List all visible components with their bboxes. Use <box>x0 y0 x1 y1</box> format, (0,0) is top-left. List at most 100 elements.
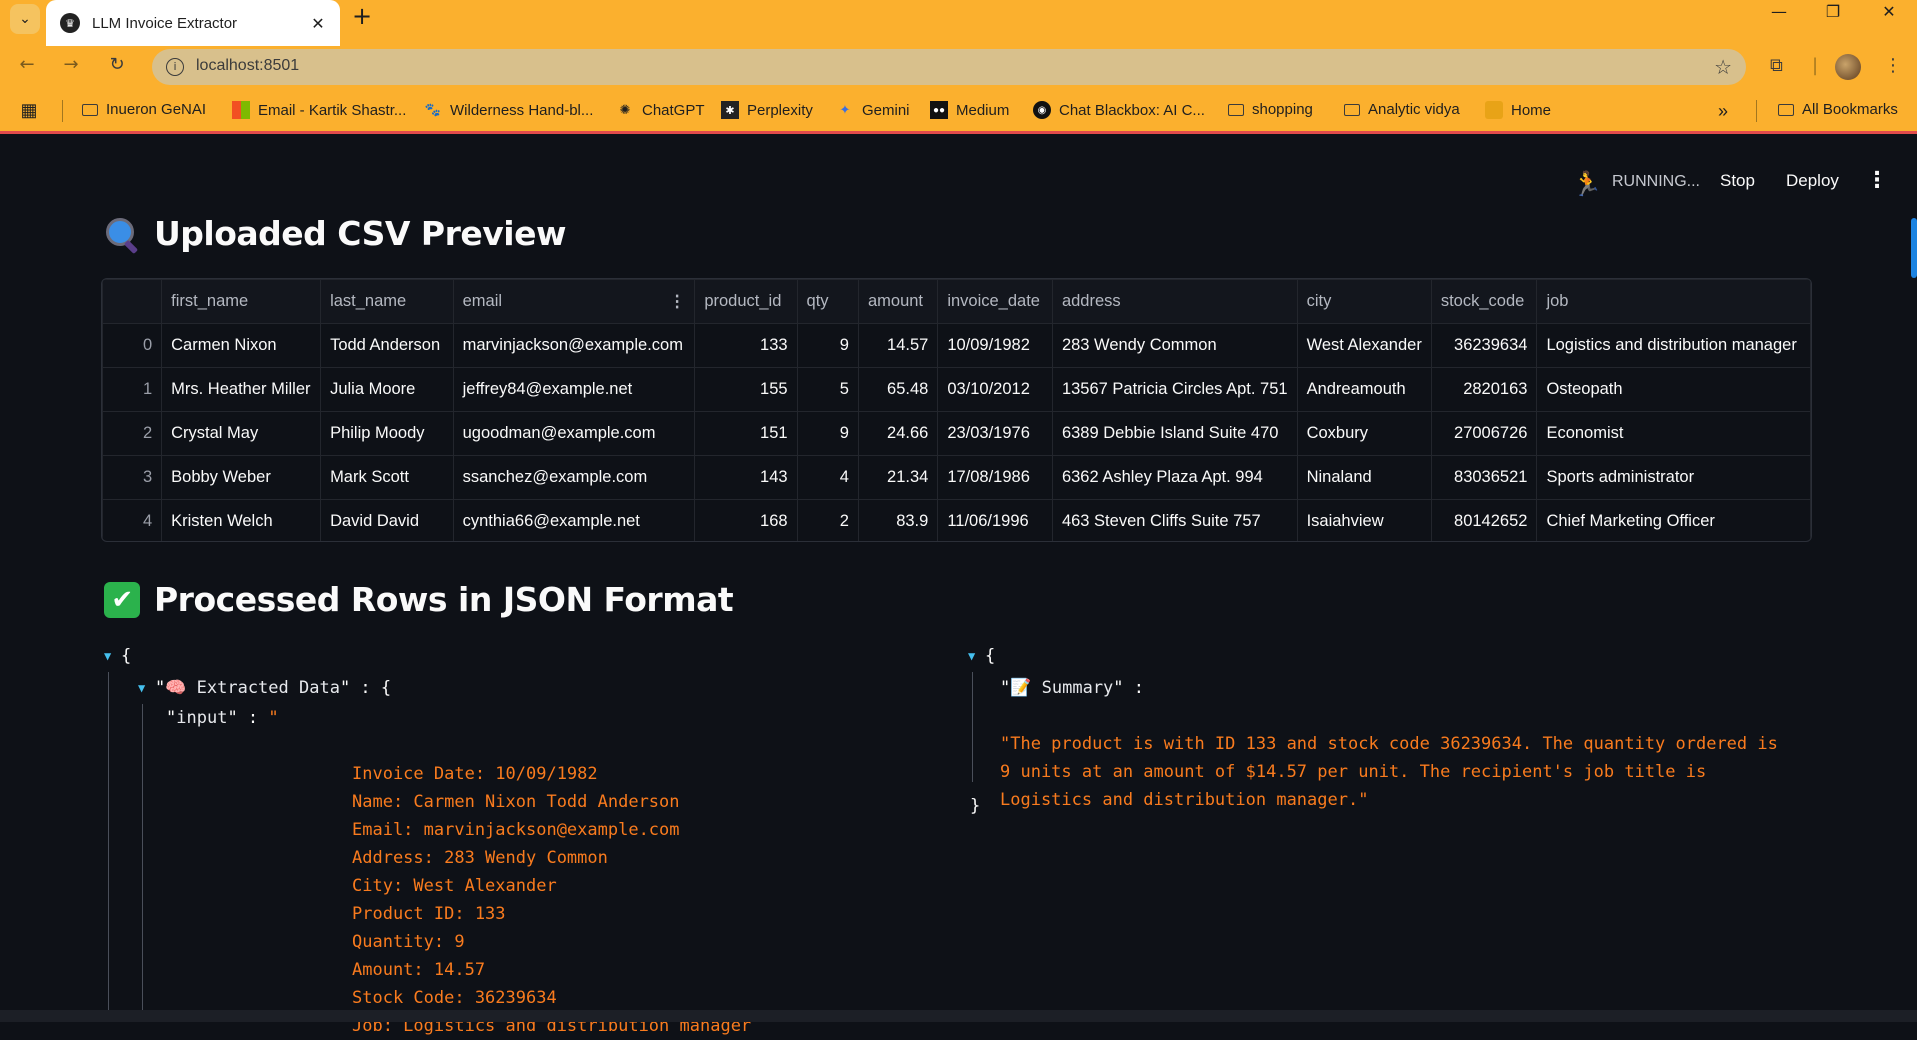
collapse-caret-icon[interactable]: ▼ <box>138 674 145 702</box>
forward-icon[interactable]: → <box>58 54 84 75</box>
table-cell[interactable]: Julia Moore <box>320 367 454 412</box>
table-cell[interactable]: 9 <box>796 411 859 456</box>
table-cell[interactable]: 9 <box>796 323 859 368</box>
stop-button[interactable]: Stop <box>1720 171 1755 191</box>
column-header[interactable]: qty <box>796 279 859 324</box>
profile-avatar[interactable] <box>1835 54 1861 80</box>
bookmark-wilderness[interactable]: 🐾 Wilderness Hand-bl... <box>424 101 593 119</box>
table-cell[interactable]: 143 <box>694 455 798 500</box>
table-cell[interactable]: ugoodman@example.com <box>452 411 696 456</box>
table-cell[interactable]: 6362 Ashley Plaza Apt. 994 <box>1051 455 1298 500</box>
deploy-button[interactable]: Deploy <box>1786 171 1839 191</box>
browser-tab[interactable]: ♛ LLM Invoice Extractor ✕ <box>46 0 340 46</box>
table-cell[interactable]: Philip Moody <box>320 411 454 456</box>
table-cell[interactable]: 27006726 <box>1430 411 1538 456</box>
column-header[interactable]: amount <box>857 279 939 324</box>
reload-icon[interactable]: ↻ <box>104 54 130 75</box>
table-cell[interactable]: West Alexander <box>1296 323 1432 368</box>
close-icon[interactable]: ✕ <box>306 14 330 33</box>
minimize-icon[interactable]: — <box>1755 0 1803 26</box>
all-bookmarks[interactable]: All Bookmarks <box>1778 101 1898 118</box>
table-cell[interactable]: 36239634 <box>1430 323 1538 368</box>
table-cell[interactable]: 24.66 <box>857 411 939 456</box>
table-cell[interactable]: David David <box>320 499 454 541</box>
bookmark-inueron-genai[interactable]: Inueron GeNAI <box>82 101 206 118</box>
table-cell[interactable]: 2 <box>796 499 859 541</box>
table-cell[interactable]: Mark Scott <box>320 455 454 500</box>
table-cell[interactable]: 283 Wendy Common <box>1051 323 1298 368</box>
table-cell[interactable]: Bobby Weber <box>161 455 322 500</box>
table-cell[interactable]: Ninaland <box>1296 455 1432 500</box>
table-cell[interactable]: 83036521 <box>1430 455 1538 500</box>
csv-preview-dataframe[interactable]: first_name last_name email ⋮ product_id q… <box>101 278 1812 542</box>
table-cell[interactable]: 10/09/1982 <box>937 323 1053 368</box>
more-bookmarks-icon[interactable]: » <box>1718 101 1728 122</box>
table-row[interactable]: 2 Crystal May Philip Moody ugoodman@exam… <box>102 411 1811 456</box>
column-header[interactable]: city <box>1296 279 1432 324</box>
table-cell[interactable]: 168 <box>694 499 798 541</box>
bookmark-perplexity[interactable]: ✱ Perplexity <box>721 101 813 119</box>
new-tab-button[interactable]: + <box>352 2 372 30</box>
table-cell[interactable]: 17/08/1986 <box>937 455 1053 500</box>
table-cell[interactable]: ssanchez@example.com <box>452 455 696 500</box>
table-cell[interactable]: 14.57 <box>857 323 939 368</box>
bookmark-star-icon[interactable]: ☆ <box>1714 55 1732 79</box>
address-bar[interactable]: i localhost:8501 ☆ <box>152 49 1746 85</box>
collapse-caret-icon[interactable]: ▼ <box>968 642 975 670</box>
collapse-caret-icon[interactable]: ▼ <box>104 642 111 670</box>
table-cell[interactable]: 155 <box>694 367 798 412</box>
bookmark-shopping[interactable]: shopping <box>1228 101 1313 118</box>
table-cell[interactable]: 133 <box>694 323 798 368</box>
table-cell[interactable]: Mrs. Heather Miller <box>161 367 322 412</box>
table-cell[interactable]: Carmen Nixon <box>161 323 322 368</box>
bookmark-home[interactable]: Home <box>1485 101 1551 119</box>
table-cell[interactable]: 21.34 <box>857 455 939 500</box>
tab-search-button[interactable]: ⌄ <box>10 4 40 34</box>
table-cell[interactable]: 4 <box>796 455 859 500</box>
table-cell[interactable]: Crystal May <box>161 411 322 456</box>
table-cell[interactable]: Andreamouth <box>1296 367 1432 412</box>
bookmark-analytic-vidya[interactable]: Analytic vidya <box>1344 101 1460 118</box>
table-cell[interactable]: 03/10/2012 <box>937 367 1053 412</box>
column-header[interactable]: address <box>1051 279 1298 324</box>
bookmark-chatgpt[interactable]: ✺ ChatGPT <box>616 101 705 119</box>
table-row[interactable]: 4 Kristen Welch David David cynthia66@ex… <box>102 499 1811 541</box>
column-header[interactable]: first_name <box>161 279 322 324</box>
table-cell[interactable]: 83.9 <box>857 499 939 541</box>
table-cell[interactable]: cynthia66@example.net <box>452 499 696 541</box>
table-cell[interactable]: Osteopath <box>1536 367 1811 412</box>
main-menu-icon[interactable]: ⋮ <box>1866 168 1888 193</box>
column-header[interactable]: email ⋮ <box>452 279 696 324</box>
window-close-icon[interactable]: ✕ <box>1865 0 1913 26</box>
bookmark-gemini[interactable]: ✦ Gemini <box>836 101 910 119</box>
column-header[interactable]: last_name <box>320 279 454 324</box>
table-cell[interactable]: Kristen Welch <box>161 499 322 541</box>
table-row[interactable]: 3 Bobby Weber Mark Scott ssanchez@exampl… <box>102 455 1811 500</box>
column-header[interactable]: stock_code <box>1430 279 1538 324</box>
table-row[interactable]: 1 Mrs. Heather Miller Julia Moore jeffre… <box>102 367 1811 412</box>
table-cell[interactable]: 13567 Patricia Circles Apt. 751 <box>1051 367 1298 412</box>
table-cell[interactable]: 23/03/1976 <box>937 411 1053 456</box>
table-cell[interactable]: 5 <box>796 367 859 412</box>
table-cell[interactable]: Economist <box>1536 411 1811 456</box>
table-cell[interactable]: Coxbury <box>1296 411 1432 456</box>
scrollbar-thumb[interactable] <box>1911 218 1917 278</box>
table-cell[interactable]: 6389 Debbie Island Suite 470 <box>1051 411 1298 456</box>
table-cell[interactable]: Chief Marketing Officer <box>1536 499 1811 541</box>
table-cell[interactable]: 11/06/1996 <box>937 499 1053 541</box>
table-cell[interactable]: 151 <box>694 411 798 456</box>
table-cell[interactable]: 65.48 <box>857 367 939 412</box>
column-header[interactable]: job <box>1536 279 1811 324</box>
column-header[interactable]: product_id <box>694 279 798 324</box>
table-cell[interactable]: Todd Anderson <box>320 323 454 368</box>
restore-icon[interactable]: ❐ <box>1809 0 1857 26</box>
table-cell[interactable]: marvinjackson@example.com <box>452 323 696 368</box>
bookmark-email[interactable]: Email - Kartik Shastr... <box>232 101 406 119</box>
table-cell[interactable]: Isaiahview <box>1296 499 1432 541</box>
site-info-icon[interactable]: i <box>166 58 184 76</box>
table-cell[interactable]: jeffrey84@example.net <box>452 367 696 412</box>
back-icon[interactable]: ← <box>14 54 40 75</box>
apps-icon[interactable]: ▦ <box>20 100 46 120</box>
table-row[interactable]: 0 Carmen Nixon Todd Anderson marvinjacks… <box>102 323 1811 368</box>
column-header[interactable]: invoice_date <box>937 279 1053 324</box>
